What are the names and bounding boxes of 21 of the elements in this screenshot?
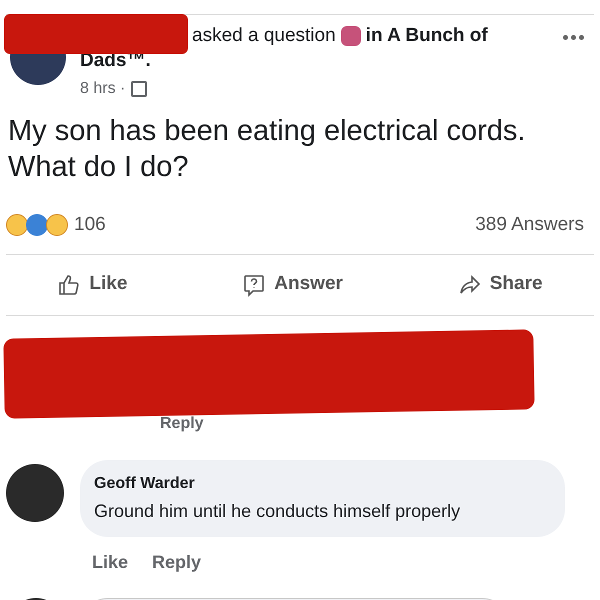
group-audience-icon xyxy=(131,81,148,97)
question-badge-icon xyxy=(340,26,361,46)
group-name[interactable]: in A Bunch of xyxy=(366,25,488,46)
comment-text: Ground him until he conducts himself properly xyxy=(94,500,462,523)
like-button[interactable]: Like xyxy=(57,270,128,299)
share-button[interactable]: Share xyxy=(458,270,543,299)
reply-link[interactable]: Reply xyxy=(160,414,204,432)
comment-action-link[interactable]: Reply xyxy=(152,548,202,576)
comment-author[interactable]: Geoff Warder xyxy=(94,472,551,496)
thumbs-up-icon xyxy=(57,272,82,296)
question-text: My son has been eating electrical cords. What do I do? xyxy=(7,114,526,185)
post-time: 8 hrs · xyxy=(80,79,126,99)
like-reaction-icon xyxy=(26,214,48,236)
share-arrow-icon xyxy=(458,272,482,296)
reaction-count[interactable]: 106 xyxy=(74,211,106,240)
question-bubble-icon xyxy=(242,272,266,296)
comment-action-link[interactable]: Like xyxy=(92,548,128,576)
more-options-icon[interactable] xyxy=(563,35,584,40)
answer-button[interactable]: Answer xyxy=(242,270,343,299)
post-header-text: asked a question xyxy=(192,25,336,46)
answers-count[interactable]: 389 Answers xyxy=(475,211,584,240)
